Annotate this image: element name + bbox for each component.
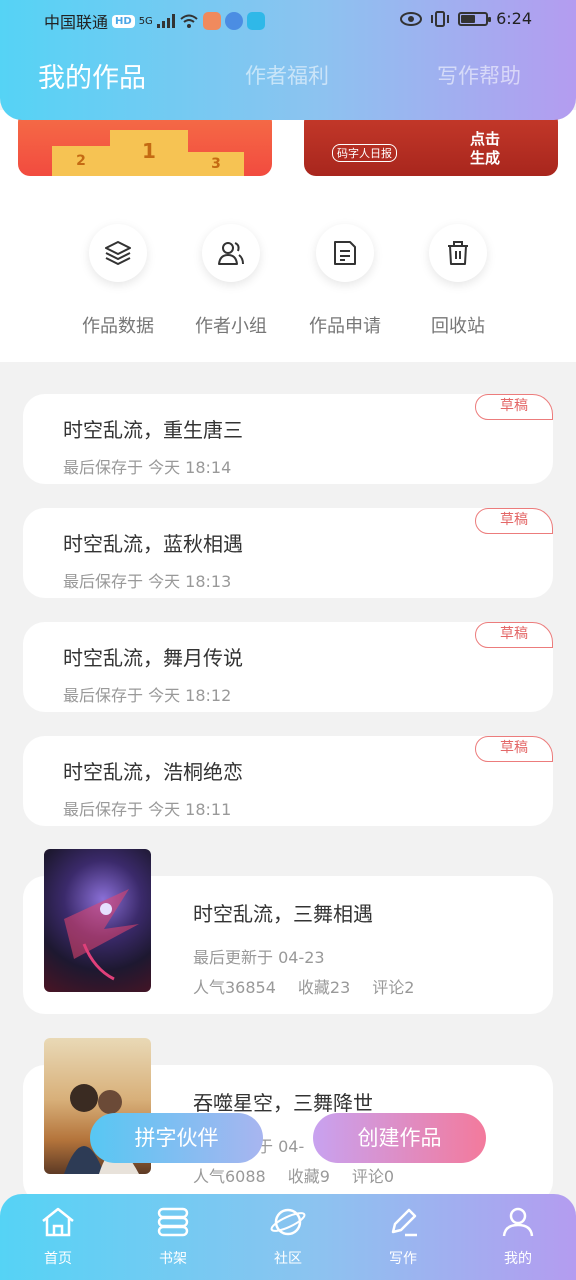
draft-saved-time: 最后保存于 今天 18:13 xyxy=(63,572,232,591)
carrier-name: 中国联通 xyxy=(44,13,109,32)
hd-badge: HD xyxy=(112,14,135,28)
group-icon xyxy=(202,224,260,282)
home-icon xyxy=(42,1207,74,1237)
banner-carousel: 2 1 3 码字人日报 点击生成 xyxy=(0,110,576,182)
draft-title: 时空乱流，蓝秋相遇 xyxy=(63,532,243,556)
bottom-navigation: 首页 书架 社区 写作 我的 xyxy=(0,1194,576,1280)
book-popularity: 人气36854 xyxy=(193,978,276,997)
wifi-icon xyxy=(180,14,198,28)
generate-button[interactable]: 点击生成 xyxy=(466,130,504,168)
book-comments: 评论0 xyxy=(351,1167,395,1186)
create-work-button[interactable]: 创建作品 xyxy=(313,1113,486,1163)
book-title: 时空乱流，三舞相遇 xyxy=(193,902,373,926)
browser-notification-icon xyxy=(224,12,243,30)
nav-label: 社区 xyxy=(274,1251,302,1267)
book-updated-time: 最后更新于 04-23 xyxy=(193,948,325,967)
book-stats: 人气36854 收藏23 评论2 xyxy=(193,974,414,998)
nav-bookshelf[interactable]: 书架 xyxy=(133,1206,213,1268)
header-tabs: 我的作品 作者福利 写作帮助 xyxy=(0,60,576,104)
action-works-data[interactable]: 作品数据 xyxy=(58,224,178,338)
podium-first: 1 xyxy=(110,130,188,176)
draft-title: 时空乱流，舞月传说 xyxy=(63,646,243,670)
tab-my-works[interactable]: 我的作品 xyxy=(38,56,146,95)
book-favorites: 收藏9 xyxy=(287,1167,330,1186)
nav-home[interactable]: 首页 xyxy=(18,1206,98,1268)
eye-icon xyxy=(400,11,423,26)
battery-icon xyxy=(458,11,492,26)
draft-badge: 草稿 xyxy=(475,622,553,648)
daily-report-label: 码字人日报 xyxy=(332,144,397,162)
document-icon xyxy=(316,224,374,282)
podium-third: 3 xyxy=(188,152,244,176)
bookshelf-icon xyxy=(157,1207,189,1237)
book-title: 吞噬星空，三舞降世 xyxy=(193,1091,373,1115)
draft-saved-time: 最后保存于 今天 18:12 xyxy=(63,686,232,705)
action-works-application[interactable]: 作品申请 xyxy=(285,224,405,338)
layers-icon xyxy=(89,224,147,282)
action-label: 作品数据 xyxy=(82,316,154,337)
nav-label: 书架 xyxy=(159,1251,187,1267)
action-label: 回收站 xyxy=(431,316,485,337)
draft-saved-time: 最后保存于 今天 18:11 xyxy=(63,800,232,819)
typing-partner-button[interactable]: 拼字伙伴 xyxy=(90,1113,263,1163)
planet-icon xyxy=(270,1208,306,1236)
draft-badge: 草稿 xyxy=(475,508,553,534)
tab-writing-help[interactable]: 写作帮助 xyxy=(437,60,521,90)
pen-icon xyxy=(391,1208,417,1237)
nav-profile[interactable]: 我的 xyxy=(478,1206,558,1268)
book-stats: 人气6088 收藏9 评论0 xyxy=(193,1163,394,1187)
draft-title: 时空乱流，重生唐三 xyxy=(63,418,243,442)
book-comments: 评论2 xyxy=(372,978,415,997)
draft-saved-time: 最后保存于 今天 18:14 xyxy=(63,458,232,477)
status-bar: 中国联通 HD 5G 6:24 xyxy=(0,0,576,40)
nav-community[interactable]: 社区 xyxy=(248,1206,328,1268)
action-recycle-bin[interactable]: 回收站 xyxy=(398,224,518,338)
draft-card[interactable]: 时空乱流，舞月传说 最后保存于 今天 18:12 草稿 xyxy=(23,622,553,712)
clock: 6:24 xyxy=(496,9,532,28)
header: 中国联通 HD 5G 6:24 我的作品 作者福利 写作帮助 xyxy=(0,0,576,120)
podium-second: 2 xyxy=(52,146,110,176)
tab-author-benefits[interactable]: 作者福利 xyxy=(245,60,329,90)
book-popularity: 人气6088 xyxy=(193,1167,266,1186)
action-author-group[interactable]: 作者小组 xyxy=(171,224,291,338)
draft-card[interactable]: 时空乱流，重生唐三 最后保存于 今天 18:14 草稿 xyxy=(23,394,553,484)
user-icon xyxy=(502,1207,534,1237)
action-label: 作品申请 xyxy=(309,316,381,337)
draft-card[interactable]: 时空乱流，浩桐绝恋 最后保存于 今天 18:11 草稿 xyxy=(23,736,553,826)
nav-label: 首页 xyxy=(44,1251,72,1267)
nav-label: 我的 xyxy=(504,1251,532,1267)
nav-writing[interactable]: 写作 xyxy=(363,1206,443,1268)
bulb-notification-icon xyxy=(246,12,265,30)
draft-title: 时空乱流，浩桐绝恋 xyxy=(63,760,243,784)
trash-icon xyxy=(429,224,487,282)
book-favorites: 收藏23 xyxy=(297,978,351,997)
book-cover[interactable] xyxy=(44,849,151,992)
draft-badge: 草稿 xyxy=(475,736,553,762)
nav-label: 写作 xyxy=(389,1251,417,1267)
signal-icon xyxy=(156,14,175,28)
action-label: 作者小组 xyxy=(195,316,267,337)
draft-card[interactable]: 时空乱流，蓝秋相遇 最后保存于 今天 18:13 草稿 xyxy=(23,508,553,598)
draft-badge: 草稿 xyxy=(475,394,553,420)
quick-actions: 作品数据 作者小组 作品申请 回收站 xyxy=(0,182,576,362)
vibrate-icon xyxy=(431,10,450,27)
app-notification-icon xyxy=(202,12,221,30)
network-type: 5G xyxy=(138,15,153,27)
